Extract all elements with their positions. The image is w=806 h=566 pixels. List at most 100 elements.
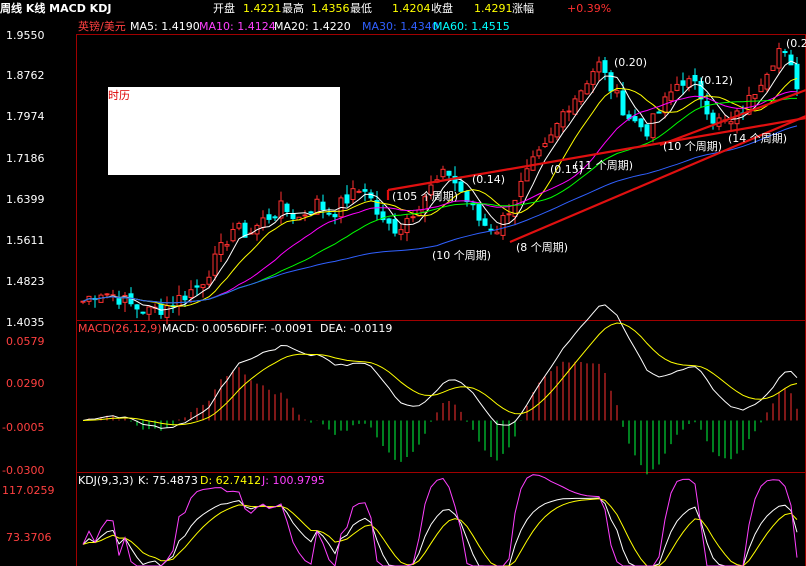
- annotation: (10 个周期): [663, 140, 722, 153]
- candle-body: [458, 181, 464, 192]
- candle-body: [260, 217, 266, 228]
- dea-line: [82, 322, 798, 426]
- candle-body: [206, 276, 212, 285]
- candle-body: [674, 83, 680, 91]
- dea-value: DEA: -0.0119: [320, 322, 392, 335]
- candle-body: [770, 65, 776, 72]
- candle-body: [410, 216, 416, 219]
- candle-body: [398, 229, 404, 235]
- j-line: [82, 474, 798, 566]
- candle-body: [764, 73, 770, 90]
- kdj-tick: 73.3706: [6, 531, 52, 544]
- price-tick: 1.7186: [6, 152, 45, 165]
- ma20-label: MA20: 1.4220: [274, 20, 351, 33]
- candle-body: [794, 63, 800, 90]
- overlay-note-text: 时历: [108, 89, 130, 102]
- candle-body: [692, 75, 698, 82]
- diff-value: DIFF: -0.0091: [240, 322, 313, 335]
- ma30-label: MA30: 1.4340: [362, 20, 439, 33]
- price-tick: 1.7974: [6, 110, 45, 123]
- candle-body: [614, 90, 620, 94]
- macd-tick: 0.0290: [6, 377, 45, 390]
- upper-trendline: [387, 116, 806, 192]
- candle-body: [182, 295, 188, 301]
- price-tick: 1.9550: [6, 29, 45, 42]
- d-value: D: 62.7412: [200, 474, 261, 487]
- candle-body: [218, 242, 224, 255]
- candle-body: [362, 189, 368, 192]
- candle-body: [686, 78, 692, 88]
- annotation: (10 个周期): [432, 249, 491, 262]
- price-y-ticks: 1.9550 1.8762 1.7974 1.7186 1.6399 1.561…: [6, 29, 45, 329]
- candle-body: [344, 194, 350, 204]
- candle-body: [752, 94, 758, 99]
- candle-body: [548, 134, 554, 143]
- candle-body: [224, 244, 230, 247]
- symbol-label: 英镑/美元: [78, 19, 126, 33]
- k-value: K: 75.4873: [138, 474, 198, 487]
- macd-value: MACD: 0.0056: [162, 322, 241, 335]
- candle-body: [332, 214, 338, 218]
- candle-body: [272, 216, 278, 219]
- candle-body: [140, 311, 146, 314]
- price-tick: 1.8762: [6, 69, 45, 82]
- candle-body: [266, 214, 272, 220]
- j-value: J: 100.9795: [261, 474, 325, 487]
- annotation: (14 个周期): [728, 132, 787, 145]
- candle-body: [710, 112, 716, 124]
- candle-body: [176, 294, 182, 307]
- annotation: (105 个周期): [392, 190, 458, 203]
- candle-body: [524, 168, 530, 182]
- candle-body: [350, 188, 356, 201]
- candle-body: [680, 80, 686, 86]
- candle-body: [164, 305, 170, 318]
- candle-body: [194, 285, 200, 288]
- candle-body: [290, 212, 296, 220]
- candle-body: [440, 168, 446, 178]
- kdj-tick: 117.0259: [2, 484, 55, 497]
- candle-body: [554, 122, 560, 138]
- candle-body: [704, 100, 710, 115]
- candle-body: [386, 218, 392, 224]
- annotation: (8 个周期): [516, 241, 568, 254]
- candle-body: [638, 118, 644, 128]
- candle-body: [326, 212, 332, 215]
- candle-body: [566, 110, 572, 113]
- candle-body: [302, 214, 308, 217]
- candle-body: [392, 219, 398, 234]
- annotation: (0.2: [786, 37, 806, 50]
- annotation: (0.20): [614, 56, 647, 69]
- annotation: (0.14): [472, 173, 505, 186]
- macd-tick: -0.0005: [2, 421, 44, 434]
- macd-tick: -0.0300: [2, 464, 44, 477]
- overlay-note-box: 时历: [108, 87, 340, 175]
- ma10-label: MA10: 1.4124: [199, 20, 276, 33]
- candle-body: [500, 215, 506, 236]
- candle-body: [116, 298, 122, 305]
- candle-body: [650, 113, 656, 139]
- kdj-title: KDJ(9,3,3): [78, 474, 134, 487]
- candle-body: [356, 190, 362, 193]
- svg-text:英镑/美元: 英镑/美元: [78, 19, 126, 33]
- candle-body: [644, 124, 650, 137]
- candle-body: [284, 203, 290, 213]
- candle-body: [656, 111, 662, 114]
- candle-body: [608, 72, 614, 92]
- candle-body: [476, 203, 482, 221]
- candle-body: [536, 149, 542, 157]
- price-tick: 1.5611: [6, 234, 45, 247]
- candle-body: [728, 121, 734, 125]
- annotation: (11 个周期): [574, 159, 633, 172]
- candlestick-series: [80, 42, 800, 325]
- candle-body: [482, 218, 488, 226]
- candle-body: [518, 180, 524, 198]
- macd-tick: 0.0579: [6, 335, 45, 348]
- candle-body: [236, 222, 242, 229]
- candle-body: [80, 300, 86, 303]
- price-tick: 1.4823: [6, 275, 45, 288]
- price-tick: 1.4035: [6, 316, 45, 329]
- candle-body: [320, 201, 326, 211]
- candle-body: [188, 289, 194, 298]
- candle-body: [776, 48, 782, 69]
- candle-body: [308, 211, 314, 214]
